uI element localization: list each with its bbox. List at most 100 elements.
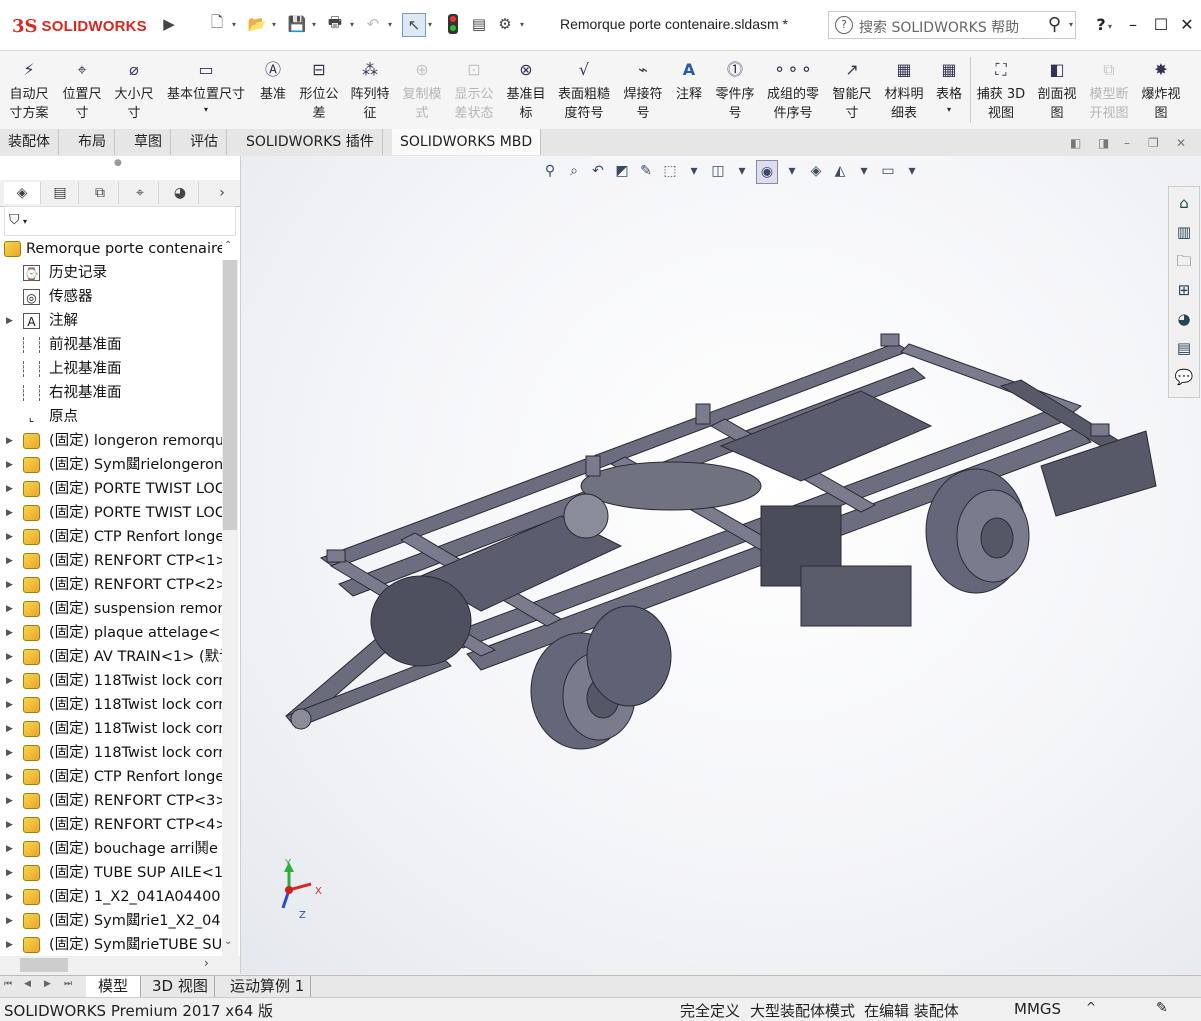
display-style-caret-icon[interactable]: ▾ [732,160,752,182]
expand-arrow-icon[interactable]: ▶ [6,597,13,621]
basic-location-caret-icon[interactable]: ▾ [162,104,250,116]
solidworks-resources-home-icon[interactable]: ⌂ [1172,191,1196,215]
new-document-icon[interactable]: 🗋 [206,13,228,35]
tab-nav-prev-icon[interactable]: ◀ [24,979,31,989]
cmd-balloon[interactable]: ⓵ 零件序号 [710,55,760,123]
view-orientation-caret-icon[interactable]: ▾ [684,160,704,182]
tab-3d-view[interactable]: 3D 视图 [146,976,215,997]
tree-item[interactable]: ▶ (固定) 1_X2_041A04400 [0,885,222,909]
cmd-bom[interactable]: ▦ 材料明细表 [880,55,928,123]
tooltip-help-icon[interactable]: ✎ [1156,1000,1168,1016]
options-caret-icon[interactable]: ▾ [520,20,524,29]
view-settings-caret-icon[interactable]: ▾ [902,160,922,182]
tree-item[interactable]: 上视基准面 [0,357,222,381]
apply-scene-caret-icon[interactable]: ▾ [854,160,874,182]
expand-arrow-icon[interactable]: ▶ [6,621,13,645]
cmd-capture-3d-view[interactable]: ⛶ 捕获 3D视图 [974,55,1028,123]
expand-arrow-icon[interactable]: ▶ [6,549,13,573]
tab-layout[interactable]: 布局 [70,129,115,155]
expand-arrow-icon[interactable]: ▶ [6,477,13,501]
tree-item[interactable]: ⌞ 原点 [0,405,222,429]
tree-item[interactable]: ▶ (固定) RENFORT CTP<2> [0,573,222,597]
viewport-close-icon[interactable]: ✕ [1176,136,1186,150]
property-manager-icon[interactable]: ▤ [42,182,79,204]
tree-item[interactable]: ▶ (固定) RENFORT CTP<4> [0,813,222,837]
expand-arrow-icon[interactable]: ▶ [6,789,13,813]
scroll-up-icon[interactable]: ⌃ [224,240,232,251]
scroll-right-icon[interactable]: › [204,956,209,970]
tab-model[interactable]: 模型 [86,976,142,997]
viewport-restore-icon[interactable]: ❐ [1148,136,1159,150]
print-icon[interactable]: 🖶 [324,13,346,35]
tree-hscroll-thumb[interactable] [20,958,68,972]
featuremanager-tree-icon[interactable]: ◈ [4,182,41,204]
expand-arrow-icon[interactable]: ▶ [6,933,13,957]
undo-caret-icon[interactable]: ▾ [388,20,392,29]
cmd-location-dimension[interactable]: ⌖ 位置尺寸 [58,55,106,123]
tree-scroll-thumb[interactable] [223,260,237,530]
cmd-smart-dimension[interactable]: ↗ 智能尺寸 [828,55,876,123]
tree-item[interactable]: ▶ (固定) Sym閮rie1_X2_041 [0,909,222,933]
appearances-icon[interactable]: ◕ [1172,307,1196,331]
tab-nav-last-icon[interactable]: ⏭ [64,979,72,989]
expand-arrow-icon[interactable]: ▶ [6,837,13,861]
help-caret-icon[interactable]: ▾ [1108,22,1112,31]
dimxpert-manager-icon[interactable]: ⌖ [122,182,159,204]
expand-arrow-icon[interactable]: ▶ [6,645,13,669]
expand-arrow-icon[interactable]: ▶ [6,909,13,933]
section-view-icon[interactable]: ◩ [612,160,632,182]
select-caret-icon[interactable]: ▾ [428,20,432,29]
tree-item[interactable]: ▶ (固定) 118Twist lock corner [0,669,222,693]
tree-item[interactable]: ◎ 传感器 [0,285,222,309]
expand-arrow-icon[interactable]: ▶ [6,453,13,477]
tree-item[interactable]: ▶ (固定) plaque attelage<1> [0,621,222,645]
tree-item[interactable]: ▶ (固定) 118Twist lock corner [0,693,222,717]
tree-item[interactable]: ▶ (固定) RENFORT CTP<1> [0,549,222,573]
options-gear-icon[interactable]: ⚙ [494,13,516,35]
display-manager-icon[interactable]: ◕ [162,182,199,204]
tab-motion-study[interactable]: 运动算例 1 [224,976,312,997]
tab-addins[interactable]: SOLIDWORKS 插件 [238,129,383,155]
cmd-auto-dimension[interactable]: ⚡ 自动尺寸方案 [4,55,54,123]
view-palette-icon[interactable]: ⊞ [1172,278,1196,302]
viewport-minimize-icon[interactable]: – [1124,136,1130,150]
cmd-table[interactable]: ▦ 表格 ▾ [930,55,968,116]
previous-view-icon[interactable]: ↶ [588,160,608,182]
panel-tabs-more-icon[interactable]: › [204,182,240,204]
expand-arrow-icon[interactable]: ▶ [6,861,13,885]
cmd-surface-finish[interactable]: √ 表面粗糙度符号 [554,55,614,123]
tab-nav-next-icon[interactable]: ▶ [44,979,51,989]
tree-item[interactable]: ⌚ 历史记录 [0,261,222,285]
tab-sketch[interactable]: 草图 [126,129,171,155]
cmd-section-view[interactable]: ◧ 剖面视图 [1032,55,1082,123]
file-properties-icon[interactable]: ▤ [468,13,490,35]
tree-item[interactable]: ▶ (固定) PORTE TWIST LOCK [0,501,222,525]
hide-show-caret-icon[interactable]: ▾ [782,160,802,182]
tree-item[interactable]: ▶ (固定) CTP Renfort longeron [0,765,222,789]
cmd-geometric-tolerance[interactable]: ⊟ 形位公差 [295,55,343,123]
cmd-explode-view[interactable]: ✸ 爆炸视图 [1136,55,1186,123]
close-icon[interactable]: ✕ [1174,12,1200,38]
expand-arrow-icon[interactable]: ▶ [6,717,13,741]
tree-item[interactable]: ▶ (固定) PORTE TWIST LOCK [0,477,222,501]
print-caret-icon[interactable]: ▾ [350,20,354,29]
expand-arrow-icon[interactable]: ▶ [6,573,13,597]
rebuild-traffic-light-icon[interactable] [442,13,464,35]
tab-assembly[interactable]: 装配体 [0,129,59,155]
expand-arrow-icon[interactable]: ▶ [6,885,13,909]
design-library-icon[interactable]: ▥ [1172,220,1196,244]
zoom-to-fit-icon[interactable]: ⚲ [540,160,560,182]
apply-scene-icon[interactable]: ◭ [830,160,850,182]
open-folder-icon[interactable]: 📂 [246,13,268,35]
tree-item[interactable]: ▶ (固定) CTP Renfort longeron [0,525,222,549]
tree-item[interactable]: 前视基准面 [0,333,222,357]
search-caret-icon[interactable]: ▾ [1069,20,1073,29]
new-document-caret-icon[interactable]: ▾ [232,20,236,29]
save-icon[interactable]: 💾 [286,13,308,35]
tree-item[interactable]: ▶ (固定) AV TRAIN<1> (默认 [0,645,222,669]
tree-item[interactable]: ▶ (固定) 118Twist lock corner [0,741,222,765]
tab-nav-first-icon[interactable]: ⏮ [4,979,12,989]
select-pointer-icon[interactable]: ↖ [402,13,426,37]
tree-item[interactable]: ▶ (固定) RENFORT CTP<3> [0,789,222,813]
expand-arrow-icon[interactable]: ▶ [6,741,13,765]
